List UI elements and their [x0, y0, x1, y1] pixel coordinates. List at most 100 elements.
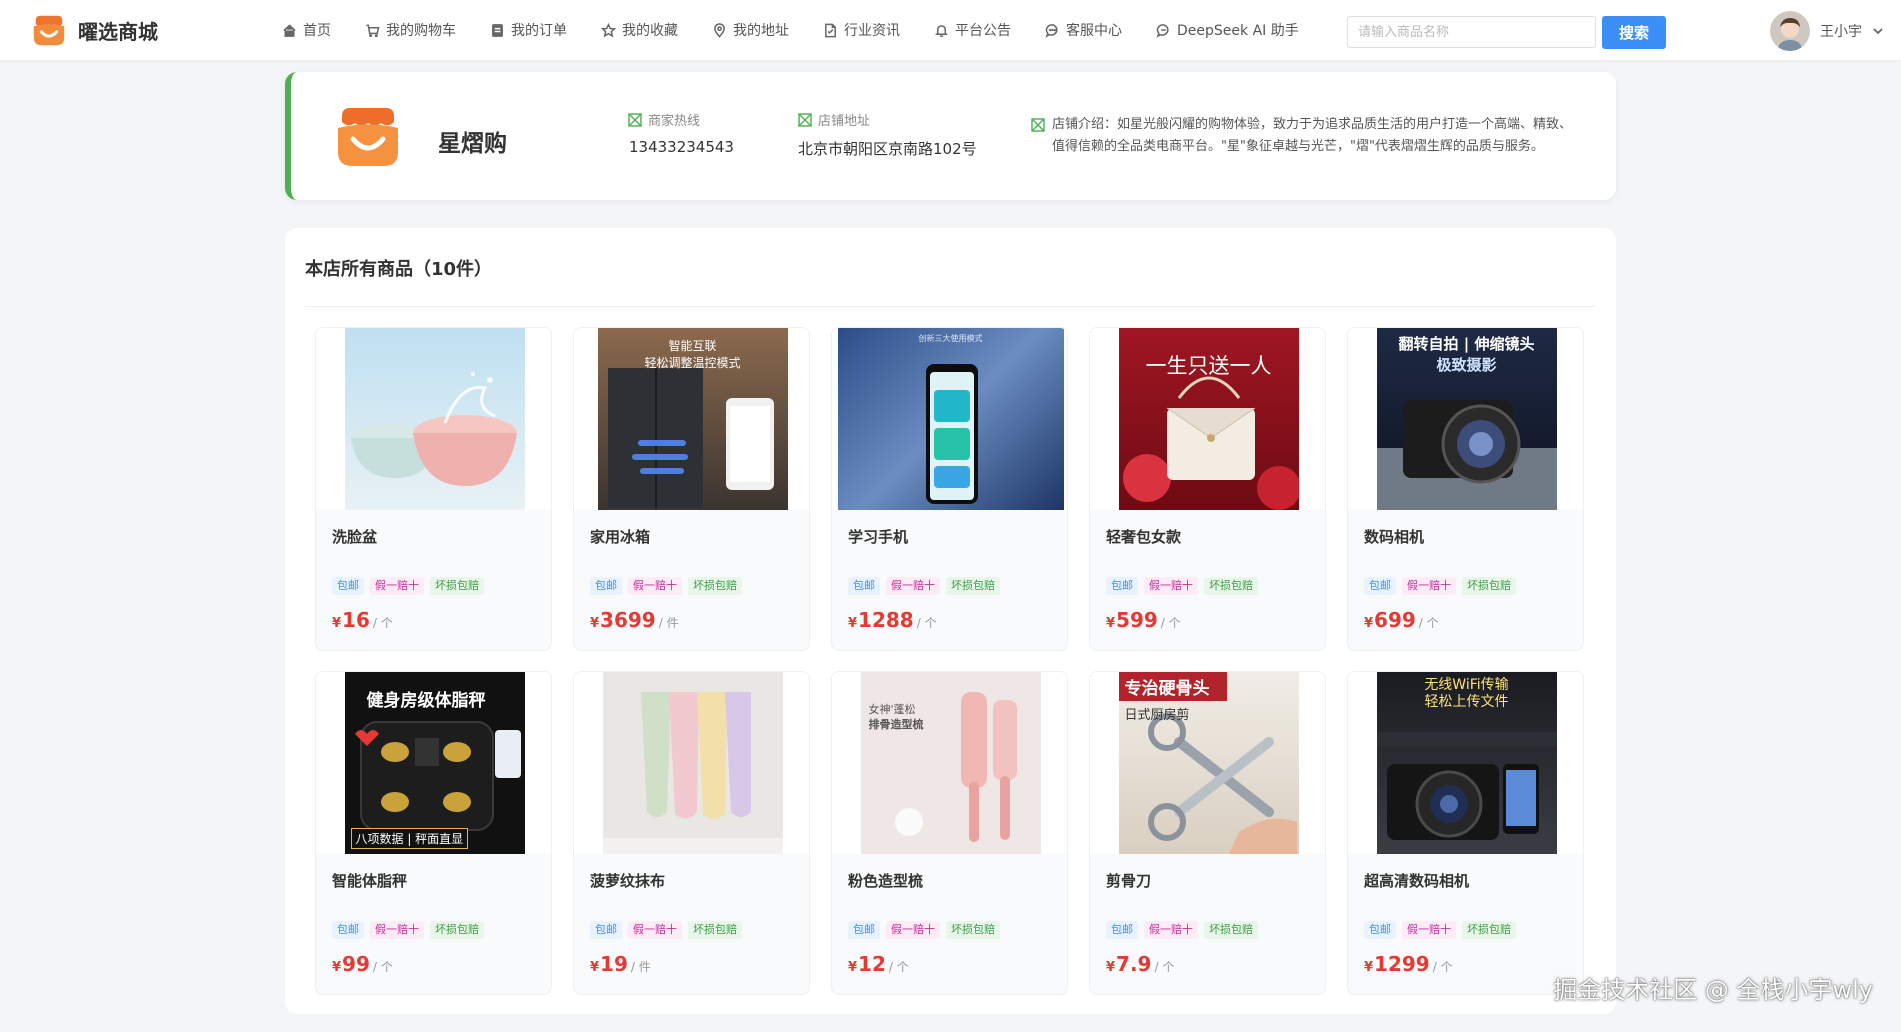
- product-name: 轻奢包女款: [1106, 528, 1182, 546]
- product-card[interactable]: 洗脸盆 包邮 假一赔十 坏损包赔 ¥ 16 / 个: [315, 327, 552, 651]
- product-name: 数码相机: [1364, 528, 1425, 546]
- product-card[interactable]: 菠萝纹抹布 包邮 假一赔十 坏损包赔 ¥ 19 / 件: [573, 671, 810, 995]
- price-value: 1299: [1374, 952, 1430, 976]
- tag-damage-compensation: 坏损包赔: [430, 921, 484, 939]
- product-price: ¥ 1299 / 个: [1364, 952, 1453, 976]
- product-tags: 包邮 假一赔十 坏损包赔: [848, 921, 1000, 939]
- currency-symbol: ¥: [590, 616, 600, 631]
- product-name: 家用冰箱: [590, 528, 651, 546]
- tag-damage-compensation: 坏损包赔: [946, 577, 1000, 595]
- address-value: 北京市朝阳区京南路102号: [798, 140, 977, 158]
- price-value: 1288: [858, 608, 914, 632]
- tag-authentic: 假一赔十: [1402, 577, 1456, 595]
- tag-free-shipping: 包邮: [332, 577, 364, 595]
- top-navbar: 曜选商城 首页 我的购物车 我的订单 我的收藏 我的地址 行业资讯 平台公告 客…: [0, 0, 1901, 60]
- product-image: 无线WiFi传输 轻松上传文件: [1348, 672, 1583, 854]
- tag-free-shipping: 包邮: [332, 921, 364, 939]
- store-info-card: 星熠购 商家热线 13433234543 店铺地址 北京市朝阳区京南路102号 …: [285, 72, 1616, 200]
- tag-authentic: 假一赔十: [1144, 921, 1198, 939]
- tag-damage-compensation: 坏损包赔: [1204, 921, 1258, 939]
- product-card[interactable]: 一生只送一人 轻奢包女款 包邮 假一赔十 坏损包赔 ¥ 599 / 个: [1089, 327, 1326, 651]
- product-card[interactable]: 健身房级体脂秤 八项数据 | 秤面直显 智能体脂秤 包邮 假一赔十 坏损包赔 ¥…: [315, 671, 552, 995]
- price-unit: / 个: [888, 960, 909, 974]
- main-nav: 首页 我的购物车 我的订单 我的收藏 我的地址 行业资讯 平台公告 客服中心 D…: [282, 0, 1333, 60]
- brand[interactable]: 曜选商城: [30, 11, 158, 49]
- price-unit: / 个: [916, 616, 937, 630]
- price-value: 16: [342, 608, 370, 632]
- tag-free-shipping: 包邮: [590, 577, 622, 595]
- tag-free-shipping: 包邮: [1364, 921, 1396, 939]
- price-unit: / 个: [1160, 616, 1181, 630]
- product-image: 创新三大使用模式: [832, 328, 1067, 510]
- tag-authentic: 假一赔十: [1144, 577, 1198, 595]
- nav-item-ai-assistant[interactable]: DeepSeek AI 助手: [1156, 20, 1299, 40]
- currency-symbol: ¥: [1106, 960, 1116, 975]
- product-tags: 包邮 假一赔十 坏损包赔: [332, 577, 484, 595]
- nav-item-address[interactable]: 我的地址: [712, 20, 789, 40]
- product-tags: 包邮 假一赔十 坏损包赔: [590, 577, 742, 595]
- tag-damage-compensation: 坏损包赔: [946, 921, 1000, 939]
- tag-authentic: 假一赔十: [886, 921, 940, 939]
- price-unit: / 个: [372, 960, 393, 974]
- price-value: 12: [858, 952, 886, 976]
- product-card[interactable]: 无线WiFi传输 轻松上传文件 超高清数码相机 包邮 假一赔十 坏损包赔 ¥ 1…: [1347, 671, 1584, 995]
- nav-item-cart[interactable]: 我的购物车: [365, 20, 456, 40]
- product-price: ¥ 99 / 个: [332, 952, 393, 976]
- tag-free-shipping: 包邮: [848, 577, 880, 595]
- nav-item-news[interactable]: 行业资讯: [823, 20, 900, 40]
- nav-item-home[interactable]: 首页: [282, 20, 331, 40]
- image-caption: 八项数据 | 秤面直显: [350, 828, 469, 849]
- tag-free-shipping: 包邮: [1106, 921, 1138, 939]
- product-tags: 包邮 假一赔十 坏损包赔: [332, 921, 484, 939]
- product-tags: 包邮 假一赔十 坏损包赔: [1364, 921, 1516, 939]
- product-card[interactable]: 创新三大使用模式 学习手机 包邮 假一赔十 坏损包赔 ¥ 1288 / 个: [831, 327, 1068, 651]
- nav-item-favorites[interactable]: 我的收藏: [601, 20, 678, 40]
- tag-authentic: 假一赔十: [886, 577, 940, 595]
- image-caption: 轻松上传文件: [1424, 694, 1509, 710]
- brand-name: 曜选商城: [78, 19, 158, 44]
- product-tags: 包邮 假一赔十 坏损包赔: [1364, 577, 1516, 595]
- price-unit: / 个: [1418, 616, 1439, 630]
- currency-symbol: ¥: [848, 616, 858, 631]
- image-placeholder-icon: [628, 112, 642, 127]
- nav-label: 平台公告: [955, 23, 1011, 39]
- nav-label: 我的地址: [733, 23, 789, 39]
- product-card[interactable]: 智能互联 轻松调整温控模式 家用冰箱 包邮 假一赔十 坏损包赔 ¥ 3699 /…: [573, 327, 810, 651]
- towel-image: [602, 672, 783, 854]
- product-card[interactable]: 专治硬骨头 日式厨房剪 剪骨刀 包邮 假一赔十 坏损包赔 ¥ 7.9 / 个: [1089, 671, 1326, 995]
- image-caption: 极致摄影: [1436, 356, 1497, 374]
- user-menu[interactable]: 王小宇: [1770, 11, 1884, 51]
- image-caption: 翻转自拍 | 伸缩镜头: [1398, 335, 1535, 353]
- product-image: 智能互联 轻松调整温控模式: [574, 328, 809, 510]
- search-button[interactable]: 搜索: [1602, 16, 1666, 49]
- nav-label: 首页: [303, 23, 331, 39]
- search-input[interactable]: [1347, 16, 1596, 48]
- nav-item-support[interactable]: 客服中心: [1045, 20, 1122, 40]
- product-price: ¥ 12 / 个: [848, 952, 909, 976]
- store-logo-icon: [338, 108, 398, 166]
- product-image: [574, 672, 809, 854]
- nav-label: 我的订单: [511, 23, 567, 39]
- product-card[interactable]: 翻转自拍 | 伸缩镜头 极致摄影 数码相机 包邮 假一赔十 坏损包赔 ¥ 699…: [1347, 327, 1584, 651]
- currency-symbol: ¥: [590, 960, 600, 975]
- price-value: 19: [600, 952, 628, 976]
- tag-free-shipping: 包邮: [590, 921, 622, 939]
- product-name: 智能体脂秤: [332, 872, 408, 890]
- nav-label: 行业资讯: [844, 23, 900, 39]
- currency-symbol: ¥: [1364, 616, 1374, 631]
- product-image: 翻转自拍 | 伸缩镜头 极致摄影: [1348, 328, 1583, 510]
- nav-item-orders[interactable]: 我的订单: [490, 20, 567, 40]
- product-price: ¥ 7.9 / 个: [1106, 952, 1174, 976]
- price-unit: / 个: [1432, 960, 1453, 974]
- price-value: 699: [1374, 608, 1416, 632]
- price-value: 3699: [600, 608, 656, 632]
- product-price: ¥ 19 / 件: [590, 952, 651, 976]
- nav-label: 我的收藏: [622, 23, 678, 39]
- image-placeholder-icon: [1031, 118, 1045, 132]
- watermark: 掘金技术社区 @ 全栈小宇wly: [1553, 976, 1873, 1004]
- tag-damage-compensation: 坏损包赔: [1204, 577, 1258, 595]
- nav-item-announcements[interactable]: 平台公告: [934, 20, 1011, 40]
- product-card[interactable]: 女神'蓬松 排骨造型梳 粉色造型梳 包邮 假一赔十 坏损包赔 ¥ 12 / 个: [831, 671, 1068, 995]
- price-value: 7.9: [1116, 952, 1152, 976]
- image-caption: 创新三大使用模式: [918, 334, 983, 343]
